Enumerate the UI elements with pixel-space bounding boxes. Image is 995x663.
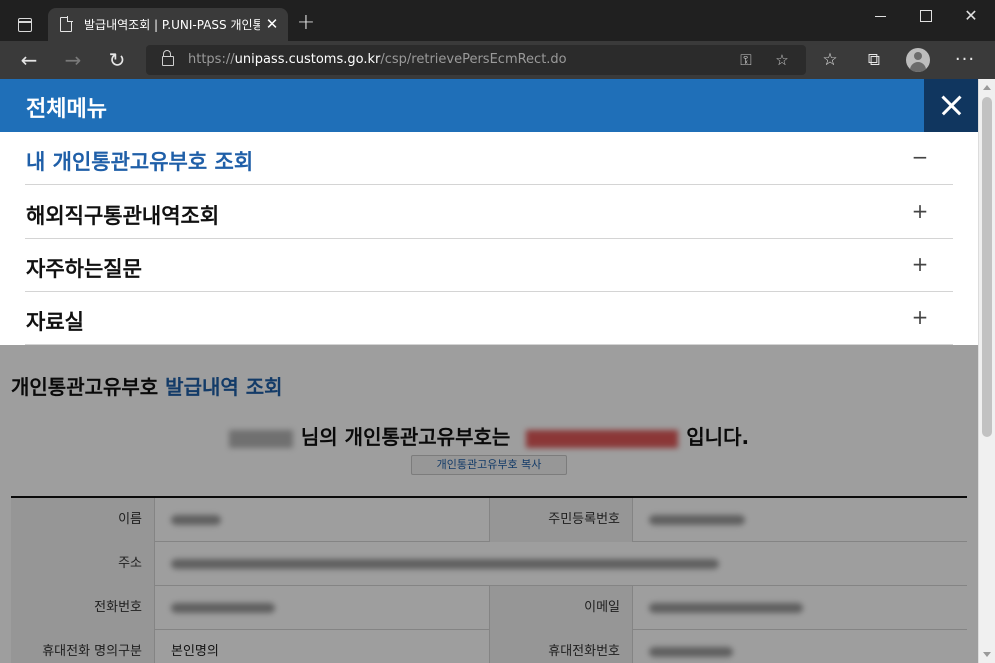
scroll-down-arrow-icon[interactable] xyxy=(983,652,991,657)
browser-tab[interactable]: 발급내역조회 | P.UNI-PASS 개인통관고유부호 ✕ xyxy=(48,8,288,41)
window-close-button[interactable]: ✕ xyxy=(951,6,991,28)
back-button[interactable]: ← xyxy=(15,47,43,73)
expand-icon[interactable]: + xyxy=(911,252,929,276)
tab-title: 발급내역조회 | P.UNI-PASS 개인통관고유부호 xyxy=(84,18,260,32)
menu-header: 전체메뉴 xyxy=(0,79,978,132)
tab-close-icon[interactable]: ✕ xyxy=(264,16,280,32)
lock-icon[interactable] xyxy=(162,50,174,66)
page-viewport: 개인통관고유부호 발급내역 조회 님의 개인통관고유부호는 입니다. 개인통관고유… xyxy=(0,79,978,663)
minimize-button[interactable] xyxy=(861,6,901,28)
menu-item-overseas-purchase[interactable]: 해외직구통관내역조회 + xyxy=(25,186,953,239)
page-document-icon xyxy=(60,16,73,32)
url-path: /csp/retrievePersEcmRect.do xyxy=(380,52,567,67)
expand-icon[interactable]: + xyxy=(911,305,929,329)
url-scheme: https:// xyxy=(188,52,235,67)
scroll-up-arrow-icon[interactable] xyxy=(983,85,991,90)
menu-title: 전체메뉴 xyxy=(26,97,107,122)
forward-button[interactable]: → xyxy=(59,47,87,73)
scrollbar-thumb[interactable] xyxy=(982,97,992,437)
menu-close-button[interactable] xyxy=(924,79,978,132)
menu-item-label: 자주하는질문 xyxy=(26,257,142,281)
browser-toolbar: ← → ↻ https://unipass.customs.go.kr/csp/… xyxy=(0,41,995,79)
browser-window: 발급내역조회 | P.UNI-PASS 개인통관고유부호 ✕ + ✕ ← → ↻… xyxy=(0,0,995,663)
add-favorite-icon[interactable]: ☆ xyxy=(772,50,792,70)
url-text[interactable]: https://unipass.customs.go.kr/csp/retrie… xyxy=(188,52,567,67)
menu-item-label: 내 개인통관고유부호 조회 xyxy=(26,150,254,174)
favorites-icon[interactable]: ☆ xyxy=(816,47,844,73)
address-bar[interactable]: https://unipass.customs.go.kr/csp/retrie… xyxy=(146,45,806,75)
collapse-icon[interactable]: − xyxy=(911,145,929,169)
menu-dim-overlay[interactable] xyxy=(0,345,978,663)
menu-item-customs-code-lookup[interactable]: 내 개인통관고유부호 조회 − xyxy=(25,132,953,185)
key-icon[interactable]: ⚿ xyxy=(736,50,756,70)
url-host: unipass.customs.go.kr xyxy=(234,52,381,67)
new-tab-button[interactable]: + xyxy=(296,12,316,34)
maximize-button[interactable] xyxy=(906,6,946,28)
menu-item-resources[interactable]: 자료실 + xyxy=(25,292,953,345)
reload-button[interactable]: ↻ xyxy=(103,47,131,73)
menu-item-label: 해외직구통관내역조회 xyxy=(26,204,220,228)
full-menu-panel: 전체메뉴 내 개인통관고유부호 조회 − 해외직구통관내역조회 + 자주하는질문… xyxy=(0,79,978,345)
expand-icon[interactable]: + xyxy=(911,199,929,223)
tab-strip: 발급내역조회 | P.UNI-PASS 개인통관고유부호 ✕ + ✕ xyxy=(0,0,995,41)
menu-item-faq[interactable]: 자주하는질문 + xyxy=(25,239,953,292)
collections-icon[interactable]: ⧉ xyxy=(860,47,888,73)
more-menu-icon[interactable]: ··· xyxy=(951,47,979,73)
menu-item-label: 자료실 xyxy=(26,310,84,334)
profile-avatar[interactable] xyxy=(906,48,930,72)
page-scrollbar[interactable] xyxy=(978,79,995,663)
tab-actions-icon[interactable] xyxy=(8,10,42,38)
